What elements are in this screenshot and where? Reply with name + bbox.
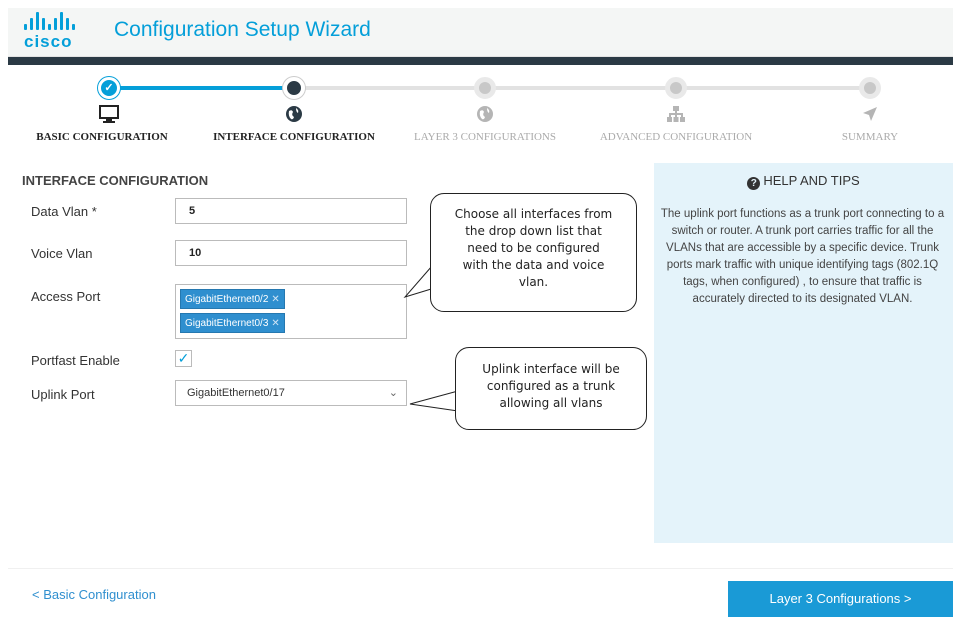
- help-panel: ? HELP AND TIPS The uplink port functions…: [654, 163, 953, 543]
- callout-line: need to be configured: [467, 241, 600, 255]
- footer-divider: [8, 568, 953, 569]
- back-link[interactable]: < Basic Configuration: [32, 587, 156, 602]
- uplink-callout: Uplink interface will be configured as a…: [455, 347, 647, 430]
- access-port-callout: Choose all interfaces from the drop down…: [430, 193, 637, 312]
- question-circle-icon: ?: [747, 177, 761, 190]
- callout-line: allowing all vlans: [499, 396, 603, 410]
- callout-line: with the data and voice: [462, 258, 605, 272]
- callout-line: the drop down list that: [465, 224, 602, 238]
- help-title: ? HELP AND TIPS: [654, 173, 953, 190]
- help-title-text: HELP AND TIPS: [763, 173, 860, 188]
- callout-line: configured as a trunk: [486, 379, 616, 393]
- next-button[interactable]: Layer 3 Configurations >: [728, 581, 953, 617]
- callout-line: vlan.: [518, 275, 549, 289]
- help-body: The uplink port functions as a trunk por…: [660, 208, 945, 305]
- callout-line: Uplink interface will be: [482, 362, 620, 376]
- callout-line: Choose all interfaces from: [454, 207, 613, 221]
